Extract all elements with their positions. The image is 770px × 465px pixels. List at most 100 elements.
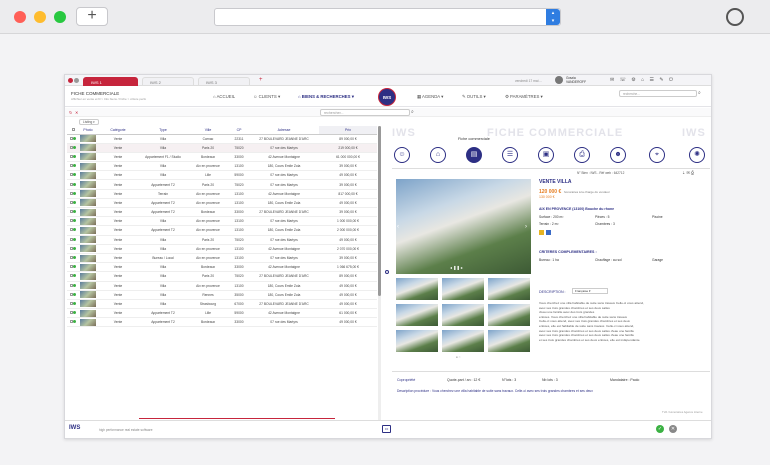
table-row[interactable]: Vente Villa Aix en provence 13100 07 rue des… xyxy=(67,216,377,227)
thumbnail-2[interactable] xyxy=(442,278,484,300)
table-row[interactable]: Vente Villa Lille 59000 07 rue des Martyrs 49… xyxy=(67,170,377,181)
row-photo[interactable] xyxy=(79,189,97,199)
printer-icon[interactable]: ⎙ xyxy=(574,147,590,163)
profile-icon[interactable] xyxy=(726,8,744,26)
document-icon[interactable]: ▤ xyxy=(466,147,482,163)
row-checkbox[interactable] xyxy=(69,219,73,223)
row-photo[interactable] xyxy=(79,198,97,209)
property-thumbnail[interactable] xyxy=(80,254,96,262)
monitor-icon[interactable]: ▭ xyxy=(382,425,391,433)
table-row[interactable]: Vente Appartement T2 Bordeaux 33000 27 BOULE… xyxy=(67,207,377,218)
pager-dots-icon[interactable]: ● ○ xyxy=(456,355,460,359)
row-photo[interactable] xyxy=(79,152,97,163)
property-thumbnail[interactable] xyxy=(80,135,96,143)
search-icon[interactable]: ⌕ xyxy=(698,90,701,96)
avatar[interactable] xyxy=(555,76,563,84)
property-thumbnail[interactable] xyxy=(80,236,96,244)
row-select[interactable] xyxy=(67,244,79,254)
top-search-input[interactable]: recherche... xyxy=(619,90,697,97)
property-thumbnail[interactable] xyxy=(80,282,96,290)
property-thumbnail[interactable] xyxy=(80,162,96,170)
col-ville[interactable]: Ville xyxy=(187,126,229,135)
add-tab-icon[interactable]: + xyxy=(259,77,263,83)
row-select[interactable] xyxy=(67,308,79,319)
row-select[interactable] xyxy=(67,271,79,282)
table-row[interactable]: Vente Appartement T2 Aix en provence 13100 1… xyxy=(67,225,377,236)
tab-3[interactable]: IWS 3 xyxy=(198,77,250,86)
row-checkbox[interactable] xyxy=(69,145,73,149)
nav-outils[interactable]: ✎ OUTILS ▾ xyxy=(462,94,486,100)
row-select[interactable] xyxy=(67,290,79,300)
property-thumbnail[interactable] xyxy=(80,153,96,161)
tab-2[interactable]: IWS 2 xyxy=(142,77,194,86)
row-checkbox[interactable] xyxy=(69,228,73,232)
property-thumbnail[interactable] xyxy=(80,181,96,189)
row-select[interactable] xyxy=(67,253,79,264)
row-photo[interactable] xyxy=(79,308,97,319)
share-icons[interactable]: ⇣ ✉ ⎙ xyxy=(682,170,694,175)
select-all-column[interactable] xyxy=(67,126,79,135)
table-row[interactable]: Vente Villa Aix en provence 13100 180, Cours… xyxy=(67,161,377,172)
panel-toggle-icon[interactable] xyxy=(385,270,389,274)
nav-clients[interactable]: ☺ CLIENTS ▾ xyxy=(253,94,280,100)
row-checkbox[interactable] xyxy=(69,274,73,278)
cancel-icon[interactable]: ✕ xyxy=(669,425,677,433)
row-checkbox[interactable] xyxy=(69,182,73,186)
row-photo[interactable] xyxy=(79,225,97,236)
thumbnail-9[interactable] xyxy=(488,330,530,352)
table-row[interactable]: Vente Villa Rennes 35000 180, Cours Emile Zo… xyxy=(67,290,377,300)
row-photo[interactable] xyxy=(79,235,97,245)
refresh-icon[interactable]: ↻ xyxy=(69,110,72,115)
list-icon[interactable]: ☰ xyxy=(502,147,518,163)
row-select[interactable] xyxy=(67,281,79,291)
photo-controls-icon[interactable]: ◂ ❚❚ ▸ xyxy=(450,265,463,270)
row-checkbox[interactable] xyxy=(69,301,73,305)
col-cp[interactable]: CP xyxy=(229,126,249,135)
row-checkbox[interactable] xyxy=(69,210,73,214)
property-thumbnail[interactable] xyxy=(80,217,96,225)
search-button-icon[interactable]: ⌕ xyxy=(411,109,414,115)
person-icon[interactable]: ☺ xyxy=(394,147,410,163)
row-select[interactable] xyxy=(67,143,79,153)
table-row[interactable]: Vente Appartement F1 / Studio Bordeaux 3300… xyxy=(67,152,377,163)
row-photo[interactable] xyxy=(79,299,97,310)
col-photo[interactable]: Photo xyxy=(79,126,97,135)
row-photo[interactable] xyxy=(79,253,97,264)
property-thumbnail[interactable] xyxy=(80,309,96,317)
row-photo[interactable] xyxy=(79,317,97,328)
table-row[interactable]: Vente Villa Carnac 22311 27 BOULEVARD JEANNE… xyxy=(67,134,377,144)
table-row[interactable]: Vente Appartement T2 Paris 20 75020 07 rue d… xyxy=(67,179,377,190)
language-select[interactable]: Française ▾ xyxy=(572,288,608,294)
map-pin-icon[interactable]: ⌖ xyxy=(649,147,665,163)
table-row[interactable]: Vente Appartement T2 Lille 59000 42 Avenue M… xyxy=(67,308,377,319)
property-thumbnail[interactable] xyxy=(80,245,96,253)
row-checkbox[interactable] xyxy=(69,237,73,241)
row-checkbox[interactable] xyxy=(69,191,73,195)
tab-next-icon[interactable] xyxy=(74,78,79,83)
row-checkbox[interactable] xyxy=(69,246,73,250)
row-photo[interactable] xyxy=(79,207,97,218)
thumbnail-1[interactable] xyxy=(396,278,438,300)
thumbnail-5[interactable] xyxy=(442,304,484,326)
row-photo[interactable] xyxy=(79,161,97,172)
row-checkbox[interactable] xyxy=(69,256,73,260)
row-checkbox[interactable] xyxy=(69,283,73,287)
table-row[interactable]: Vente Villa Paris 20 75020 27 BOULEVARD JEAN… xyxy=(67,271,377,282)
property-thumbnail[interactable] xyxy=(80,208,96,216)
row-checkbox[interactable] xyxy=(69,136,73,140)
table-row[interactable]: Vente Villa Paris 20 75020 07 rue des Martyr… xyxy=(67,143,377,153)
col-categorie[interactable]: Catégorie xyxy=(97,126,139,135)
confirm-icon[interactable]: ✓ xyxy=(656,425,664,433)
table-row[interactable]: Vente Terrain Aix en provence 13100 42 Avenu… xyxy=(67,189,377,199)
zoom-window-icon[interactable] xyxy=(54,11,66,23)
table-row[interactable]: Vente Villa Aix en provence 13100 42 Avenue … xyxy=(67,244,377,254)
row-select[interactable] xyxy=(67,317,79,328)
next-photo-icon[interactable]: › xyxy=(525,224,527,230)
row-select[interactable] xyxy=(67,225,79,236)
row-select[interactable] xyxy=(67,262,79,273)
toolbar-icons[interactable]: ✉ ☏ ⚙ ⌂ ☰ ✎ ⏻ xyxy=(610,77,675,83)
table-row[interactable]: Vente Villa Aix en provence 13100 180, Cours… xyxy=(67,281,377,291)
list-scrollbar[interactable] xyxy=(378,126,381,421)
chevron-updown-icon[interactable]: ▴ ▾ xyxy=(546,9,560,25)
row-select[interactable] xyxy=(67,189,79,199)
